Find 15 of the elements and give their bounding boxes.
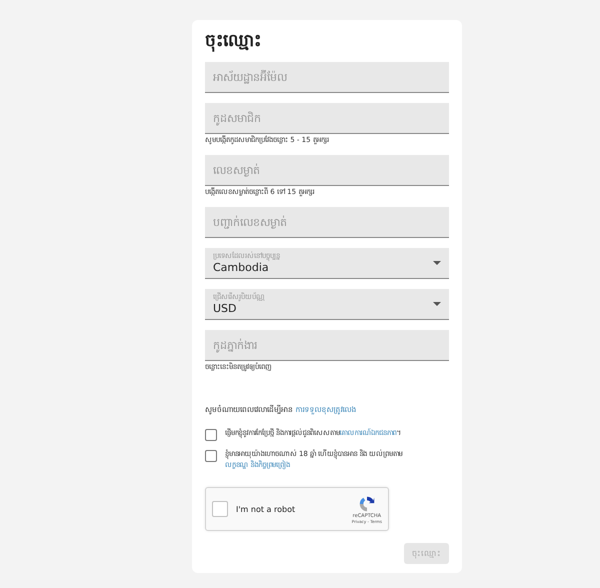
recaptcha-icon [358, 494, 376, 512]
checkbox[interactable] [205, 450, 217, 462]
field-value: Cambodia [213, 260, 269, 274]
caret-icon [433, 261, 441, 265]
captcha-label: I'm not a robot [236, 504, 296, 514]
captcha-checkbox[interactable] [212, 501, 228, 517]
form-title: ចុះឈ្មោះ [205, 30, 262, 54]
input-field[interactable]: លេខសម្ងាត់ [205, 155, 449, 186]
input-field[interactable]: អាស័យដ្ឋានអ៊ីម៉ែល [205, 62, 449, 93]
caret-icon [433, 302, 441, 306]
checkbox[interactable] [205, 429, 217, 441]
input-field[interactable]: បញ្ជាក់លេខសម្ងាត់ [205, 207, 449, 238]
input-field[interactable]: កូដភ្នាក់ងារ [205, 330, 449, 361]
field-value: USD [213, 302, 238, 316]
input-field[interactable]: កូដសមាជិក [205, 103, 449, 134]
